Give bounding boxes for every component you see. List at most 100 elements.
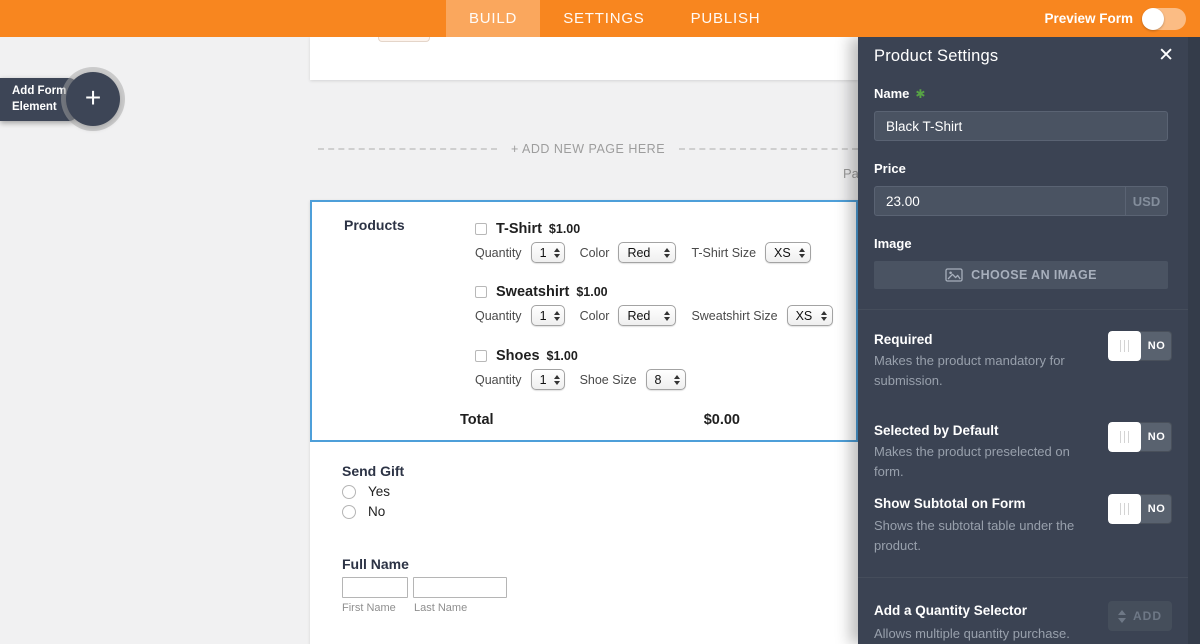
toggle-state: NO <box>1147 340 1166 352</box>
required-label: Required <box>874 332 933 347</box>
preview-form-control: Preview Form <box>1044 0 1186 37</box>
add-form-element-label: Add Form Element <box>12 84 67 113</box>
product-name: Shoes <box>496 348 540 364</box>
top-bar: BUILD SETTINGS PUBLISH Preview Form <box>0 0 1200 37</box>
size-select[interactable]: XS <box>786 305 833 326</box>
tab-build[interactable]: BUILD <box>446 0 541 37</box>
toggle-knob <box>1108 331 1141 361</box>
full-name-label: Full Name <box>342 556 409 572</box>
section-divider <box>858 577 1200 578</box>
quantity-sort-icon <box>1118 609 1126 623</box>
add-quantity-selector-description: Allows multiple quantity purchase. <box>874 626 1070 641</box>
plus-icon: + <box>84 81 102 113</box>
product-checkbox[interactable] <box>475 286 487 298</box>
size-select[interactable]: 8 <box>645 369 686 390</box>
send-gift-option-no[interactable]: No <box>342 504 385 519</box>
radio-label: No <box>368 504 386 519</box>
add-form-element-plus-button[interactable]: + <box>66 72 120 126</box>
preview-form-label: Preview Form <box>1044 11 1133 26</box>
select-arrows-icon <box>673 374 680 385</box>
form-canvas: + ADD NEW PAGE HERE Pa Products T-Shirt … <box>0 37 858 644</box>
toggle-state: NO <box>1147 431 1166 443</box>
dashed-divider <box>679 148 858 150</box>
preview-form-toggle[interactable] <box>1142 7 1186 30</box>
product-price: $1.00 <box>576 285 608 299</box>
panel-scrollbar[interactable] <box>1188 37 1200 644</box>
first-name-input[interactable] <box>342 577 408 598</box>
show-subtotal-toggle[interactable]: NO <box>1108 494 1172 524</box>
product-name: Sweatshirt <box>496 284 570 300</box>
required-toggle[interactable]: NO <box>1108 331 1172 361</box>
previous-page-element <box>378 37 430 42</box>
page-indicator: Pa <box>843 166 858 181</box>
select-arrows-icon <box>553 310 560 321</box>
builder-tabs: BUILD SETTINGS PUBLISH <box>446 0 783 37</box>
tab-settings[interactable]: SETTINGS <box>540 0 667 37</box>
preview-form-toggle-knob <box>1142 7 1164 30</box>
option-label: Quantity <box>475 372 522 387</box>
tab-publish[interactable]: PUBLISH <box>668 0 784 37</box>
option-label: T-Shirt Size <box>691 245 757 260</box>
product-row: Shoes $1.00 <box>475 348 578 364</box>
option-label: Color <box>579 308 610 323</box>
toggle-state: NO <box>1147 503 1166 515</box>
toggle-knob <box>1108 422 1141 452</box>
select-arrows-icon <box>553 247 560 258</box>
previous-page-card <box>310 37 858 80</box>
name-input[interactable] <box>875 118 1167 134</box>
product-row: Sweatshirt $1.00 <box>475 284 608 300</box>
last-name-sublabel: Last Name <box>414 602 468 614</box>
price-input[interactable] <box>875 193 1125 209</box>
option-label: Shoe Size <box>579 372 637 387</box>
show-subtotal-description: Shows the subtotal table under the produ… <box>874 518 1075 554</box>
total-label: Total <box>460 412 494 428</box>
show-subtotal-label: Show Subtotal on Form <box>874 496 1026 511</box>
currency-suffix: USD <box>1125 187 1167 215</box>
image-icon <box>945 268 963 282</box>
required-asterisk-icon: ✱ <box>915 87 926 101</box>
product-checkbox[interactable] <box>475 223 487 235</box>
product-settings-panel: Product Settings ✕ Name✱ Price USD Image… <box>858 37 1200 644</box>
radio-icon <box>342 504 356 519</box>
price-field: USD <box>874 186 1168 216</box>
product-options-row: Quantity 1 Shoe Size 8 <box>475 369 701 390</box>
product-options-row: Quantity 1 Color Red T-Shirt Size XS <box>475 242 826 263</box>
selected-by-default-label: Selected by Default <box>874 423 999 438</box>
close-icon[interactable]: ✕ <box>1158 46 1174 65</box>
color-select[interactable]: Red <box>618 305 677 326</box>
selected-by-default-toggle[interactable]: NO <box>1108 422 1172 452</box>
select-arrows-icon <box>553 374 560 385</box>
choose-image-button[interactable]: CHOOSE AN IMAGE <box>874 261 1168 289</box>
product-checkbox[interactable] <box>475 350 487 362</box>
color-select[interactable]: Red <box>618 242 677 263</box>
add-new-page-button[interactable]: + ADD NEW PAGE HERE <box>318 136 858 162</box>
toggle-knob <box>1108 494 1141 524</box>
selected-by-default-description: Makes the product preselected on form. <box>874 444 1070 480</box>
add-quantity-button[interactable]: ADD <box>1108 601 1172 631</box>
quantity-select[interactable]: 1 <box>530 369 565 390</box>
select-arrows-icon <box>820 310 827 321</box>
send-gift-option-yes[interactable]: Yes <box>342 484 390 499</box>
form-page-card: Products T-Shirt $1.00 Quantity 1 Color … <box>310 200 858 644</box>
name-field-label: Name ✱ <box>874 86 926 101</box>
products-element[interactable]: Products T-Shirt $1.00 Quantity 1 Color … <box>310 200 858 442</box>
quantity-select[interactable]: 1 <box>530 242 565 263</box>
select-arrows-icon <box>664 247 671 258</box>
add-new-page-label: + ADD NEW PAGE HERE <box>510 142 666 156</box>
total-value: $0.00 <box>703 412 740 428</box>
quantity-select[interactable]: 1 <box>530 305 565 326</box>
total-row: Total $0.00 <box>460 412 740 428</box>
section-divider <box>858 309 1200 310</box>
product-price: $1.00 <box>548 222 581 236</box>
radio-icon <box>342 484 356 499</box>
last-name-input[interactable] <box>413 577 507 598</box>
add-quantity-selector-label: Add a Quantity Selector <box>874 603 1028 618</box>
required-description: Makes the product mandatory for submissi… <box>874 353 1065 389</box>
send-gift-label: Send Gift <box>342 463 405 479</box>
select-arrows-icon <box>664 310 671 321</box>
size-select[interactable]: XS <box>765 242 812 263</box>
product-price: $1.00 <box>546 349 578 363</box>
panel-title: Product Settings <box>874 47 999 65</box>
first-name-sublabel: First Name <box>342 602 396 614</box>
option-label: Quantity <box>475 308 522 323</box>
